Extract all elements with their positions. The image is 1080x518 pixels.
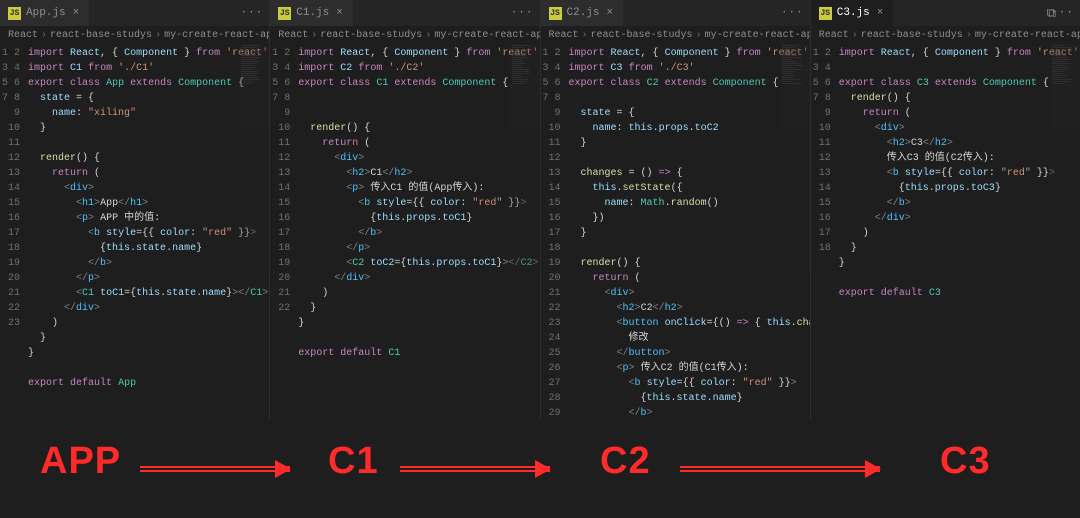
breadcrumb[interactable]: React›react-base-studys›my-create-react-…	[270, 26, 539, 44]
breadcrumb-segment[interactable]: React	[278, 30, 308, 41]
arrow-icon	[680, 470, 880, 472]
close-icon[interactable]: ×	[71, 7, 82, 19]
tab-bar: JSC3.js×⧉···	[811, 0, 1080, 26]
code-content[interactable]: import React, { Component } from 'react'…	[569, 44, 810, 420]
editor-pane: JS C2.js × ··· React›react-base-studys›my-cr…	[541, 0, 811, 420]
editor-pane: JS App.js × ··· React›react-base-studys›my-c…	[0, 0, 270, 420]
close-icon[interactable]: ×	[605, 7, 616, 19]
code-editor[interactable]: 1 2 3 4 5 6 7 8 9 10 11 12 13 14 15 16 1…	[270, 44, 539, 420]
breadcrumb-segment[interactable]: React	[8, 30, 38, 41]
file-tab[interactable]: JS C1.js ×	[270, 0, 353, 26]
js-file-icon: JS	[8, 7, 21, 20]
tab-bar: JS C2.js × ···	[541, 0, 810, 26]
breadcrumb-segment[interactable]: react-base-studys	[861, 30, 963, 41]
editor-pane: JSC3.js×⧉···React›react-base-studys›my-c…	[811, 0, 1080, 420]
line-gutter: 1 2 3 4 5 6 7 8 9 10 11 12 13 14 15 16 1…	[0, 44, 28, 420]
minimap[interactable]	[239, 44, 269, 270]
tab-filename: C3.js	[837, 7, 870, 19]
file-tab[interactable]: JS App.js ×	[0, 0, 89, 26]
line-gutter: 1 2 3 4 5 6 7 8 9 10 11 12 13 14 15 16 1…	[270, 44, 298, 420]
minimap[interactable]	[510, 44, 540, 270]
flow-labels: APP C1 C2 C3	[0, 440, 1080, 500]
breadcrumb-segment[interactable]: my-create-react-app	[164, 30, 269, 41]
label-c3: C3	[940, 440, 991, 483]
breadcrumb-segment[interactable]: my-create-react-app	[434, 30, 539, 41]
arrow-icon	[400, 470, 550, 472]
breadcrumb-segment[interactable]: my-create-react-app	[975, 30, 1080, 41]
line-gutter: 1 2 3 4 5 6 7 8 9 10 11 12 13 14 15 16 1…	[541, 44, 569, 420]
more-actions-icon[interactable]: ···	[240, 7, 263, 19]
breadcrumb-segment[interactable]: React	[549, 30, 579, 41]
editor-pane: JS C1.js × ··· React›react-base-studys›my-cr…	[270, 0, 540, 420]
breadcrumb-segment[interactable]: my-create-react-app	[705, 30, 810, 41]
breadcrumb-segment[interactable]: react-base-studys	[591, 30, 693, 41]
tab-filename: C2.js	[567, 7, 600, 19]
close-icon[interactable]: ×	[875, 7, 886, 19]
breadcrumb[interactable]: React›react-base-studys›my-create-react-…	[811, 26, 1080, 44]
file-tab[interactable]: JS C3.js ×	[811, 0, 894, 26]
code-editor[interactable]: 1 2 3 4 5 6 7 8 9 10 11 12 13 14 15 16 1…	[541, 44, 810, 420]
more-actions-icon[interactable]: ···	[781, 7, 804, 19]
code-content[interactable]: import React, { Component } from 'react'…	[28, 44, 269, 420]
line-gutter: 1 2 3 4 5 6 7 8 9 10 11 12 13 14 15 16 1…	[811, 44, 839, 420]
more-actions-icon[interactable]: ···	[511, 7, 534, 19]
close-icon[interactable]: ×	[334, 7, 345, 19]
arrow-icon	[140, 470, 290, 472]
tab-bar: JS C1.js × ···	[270, 0, 539, 26]
minimap[interactable]	[780, 44, 810, 270]
minimap[interactable]	[1050, 44, 1080, 270]
code-content[interactable]: import React, { Component } from 'react'…	[298, 44, 539, 420]
tab-filename: App.js	[26, 7, 66, 19]
js-file-icon: JS	[549, 7, 562, 20]
label-c2: C2	[600, 440, 651, 483]
more-actions-icon[interactable]: ···	[1051, 7, 1074, 19]
breadcrumb[interactable]: React›react-base-studys›my-create-react-…	[541, 26, 810, 44]
code-content[interactable]: import React, { Component } from 'react'…	[839, 44, 1080, 420]
breadcrumb-segment[interactable]: React	[819, 30, 849, 41]
js-file-icon: JS	[278, 7, 291, 20]
tab-filename: C1.js	[296, 7, 329, 19]
breadcrumb-segment[interactable]: react-base-studys	[50, 30, 152, 41]
file-tab[interactable]: JS C2.js ×	[541, 0, 624, 26]
editor-workspace: JS App.js × ··· React›react-base-studys›my-c…	[0, 0, 1080, 420]
code-editor[interactable]: 1 2 3 4 5 6 7 8 9 10 11 12 13 14 15 16 1…	[811, 44, 1080, 420]
breadcrumb-segment[interactable]: react-base-studys	[320, 30, 422, 41]
js-file-icon: JS	[819, 7, 832, 20]
tab-bar: JS App.js × ···	[0, 0, 269, 26]
label-c1: C1	[328, 440, 379, 483]
breadcrumb[interactable]: React›react-base-studys›my-create-react-…	[0, 26, 269, 44]
label-app: APP	[40, 440, 121, 483]
code-editor[interactable]: 1 2 3 4 5 6 7 8 9 10 11 12 13 14 15 16 1…	[0, 44, 269, 420]
